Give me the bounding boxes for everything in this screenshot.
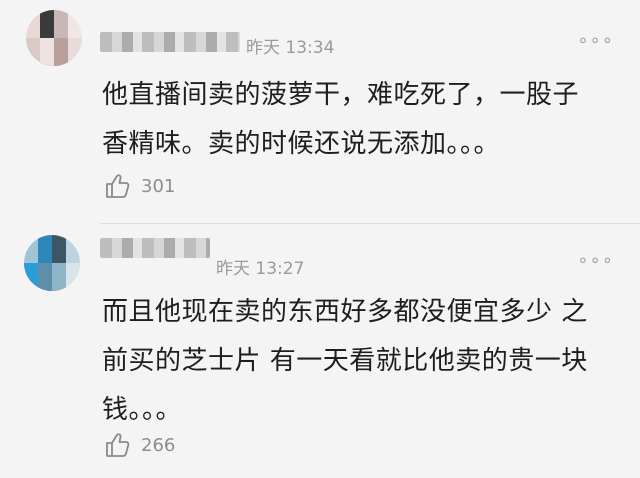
comment-text: 而且他现在卖的东西好多都没便宜多少 之前买的芝士片 有一天看就比他卖的贵一块钱。… (102, 297, 588, 425)
more-options-icon[interactable]: ∘∘∘ (577, 30, 614, 51)
like-button[interactable]: 301 (103, 172, 175, 200)
username-blurred[interactable] (100, 32, 240, 52)
comment-text: 他直播间卖的菠萝干，难吃死了，一股子香精味。卖的时候还说无添加。。。 (102, 80, 580, 159)
thumbs-up-icon (106, 433, 130, 457)
comment-timestamp: 昨天 13:27 (216, 259, 305, 279)
more-options-icon[interactable]: ∘∘∘ (577, 250, 614, 271)
like-count: 301 (141, 175, 176, 197)
like-count: 266 (141, 434, 176, 456)
comment-timestamp: 昨天 13:34 (246, 38, 335, 58)
avatar[interactable] (26, 10, 82, 66)
like-button[interactable]: 266 (103, 431, 175, 459)
avatar[interactable] (24, 235, 80, 291)
username-blurred[interactable] (100, 238, 210, 258)
divider (100, 223, 640, 224)
thumbs-up-icon (106, 174, 130, 198)
comment-item: 昨天 13:34 ∘∘∘ 他直播间卖的菠萝干，难吃死了，一股子香精味。卖的时候还… (0, 0, 640, 224)
comment-item: 昨天 13:27 ∘∘∘ 而且他现在卖的东西好多都没便宜多少 之前买的芝士片 有… (0, 225, 640, 478)
